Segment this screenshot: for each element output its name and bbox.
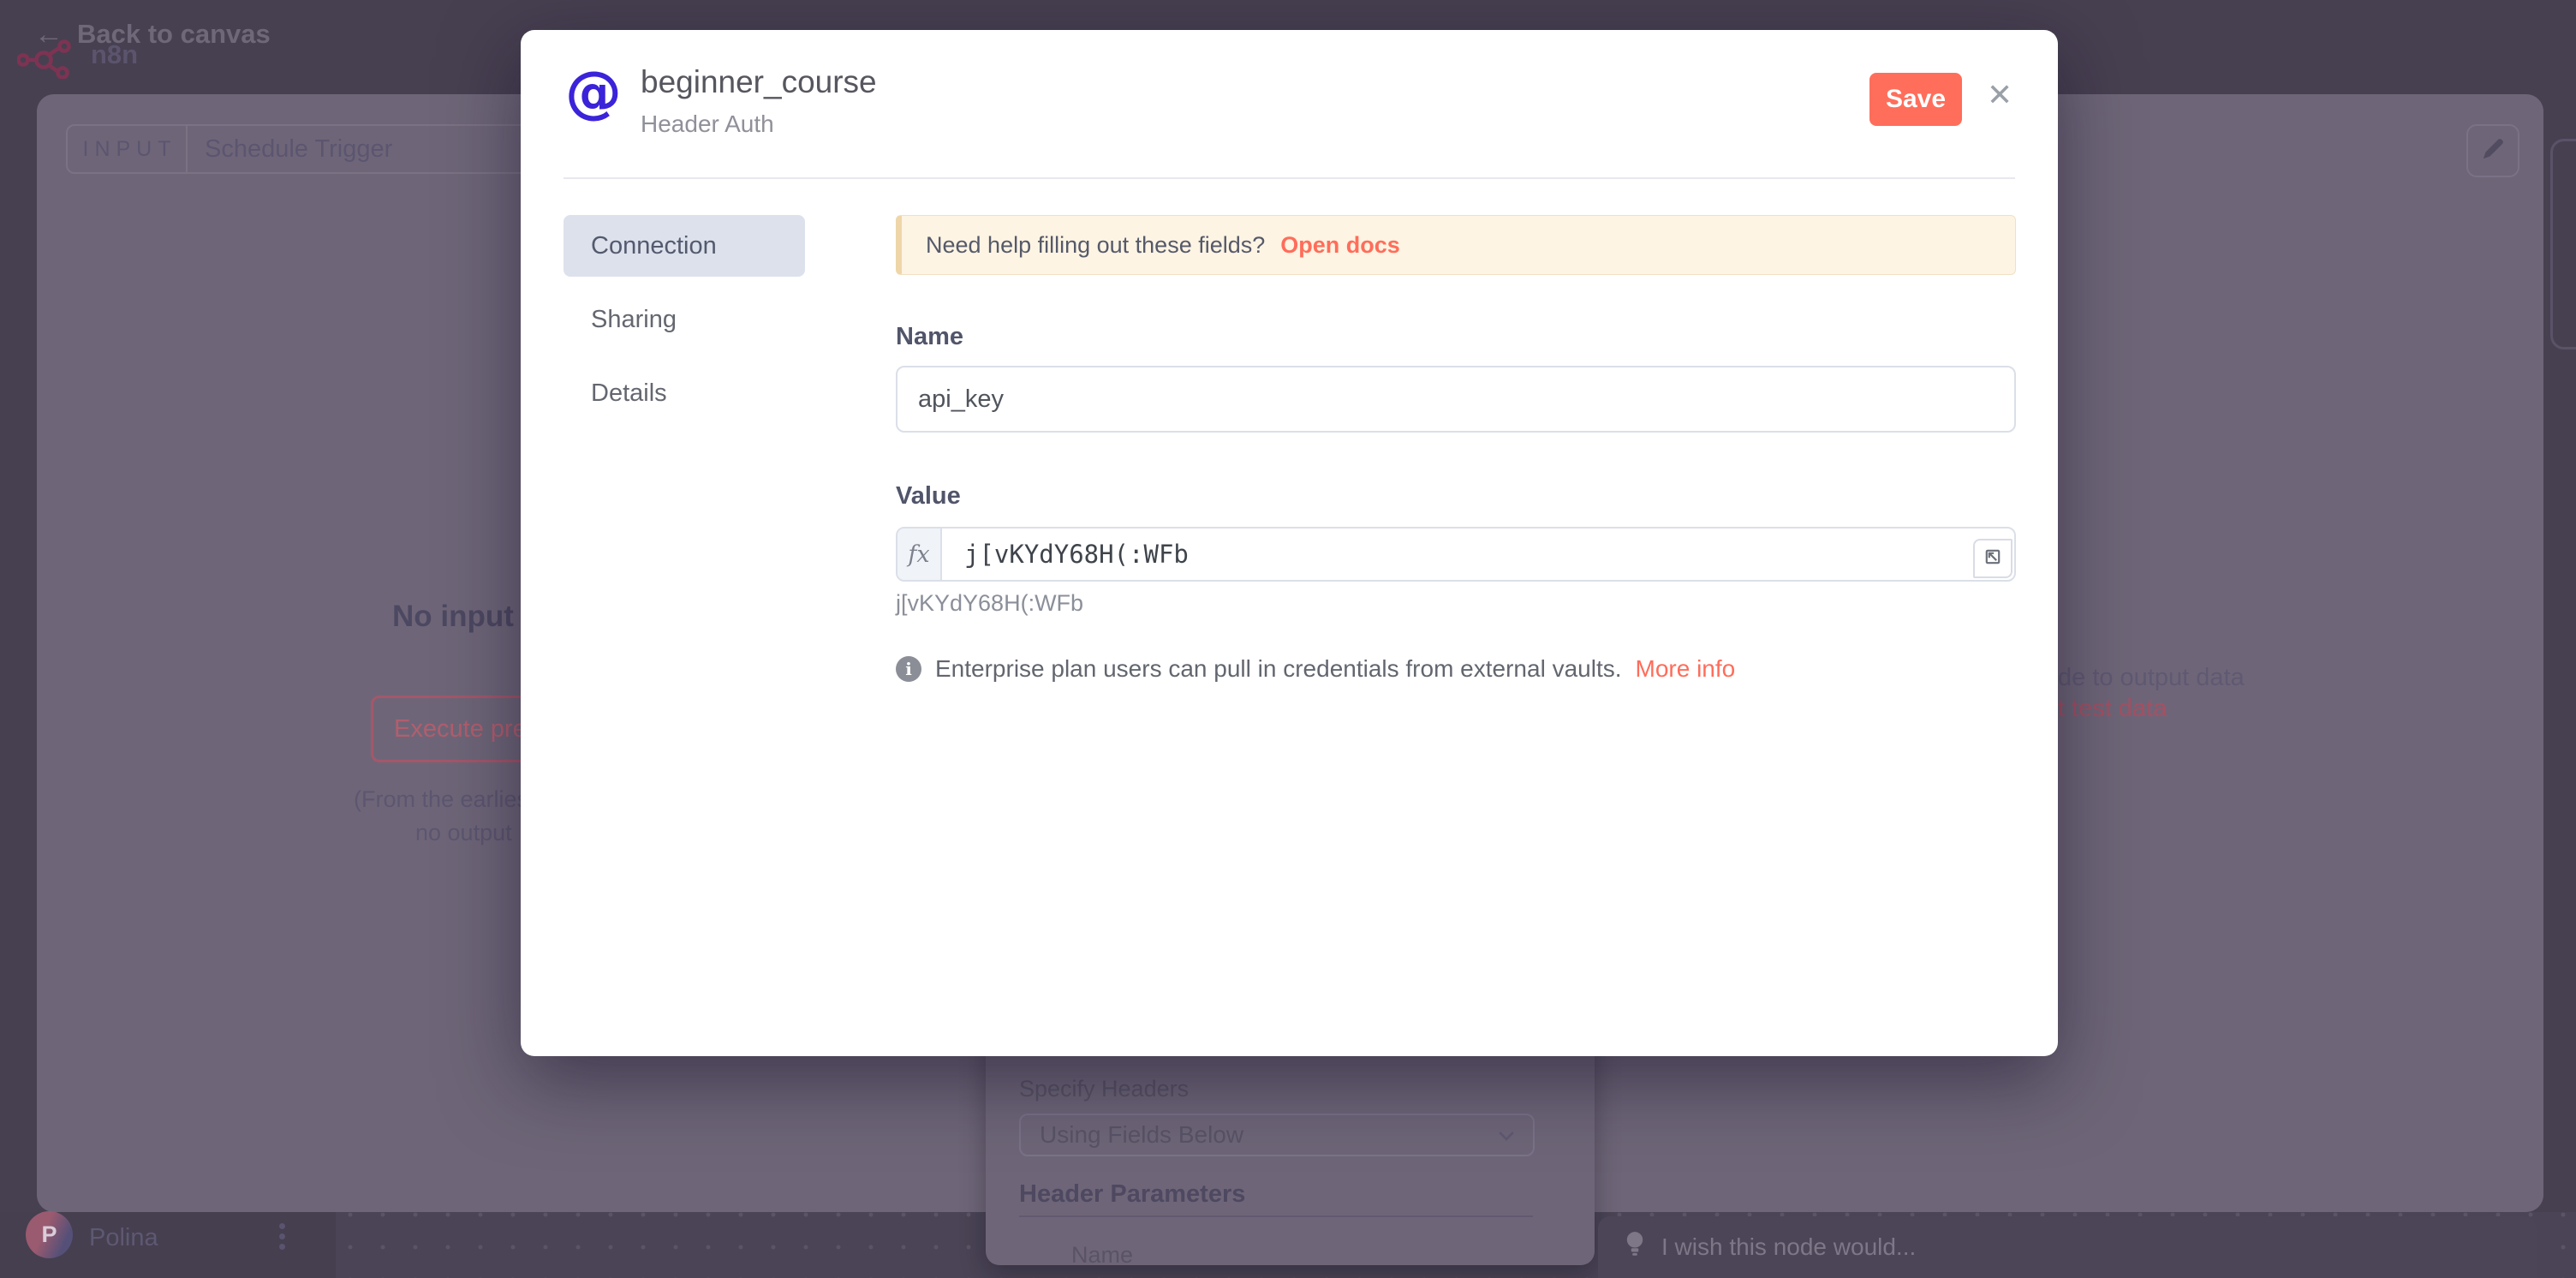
enterprise-note: i Enterprise plan users can pull in cred…	[896, 655, 1735, 683]
no-input-heading: No input c	[392, 600, 522, 634]
user-name-label: Polina	[89, 1224, 158, 1252]
edit-output-button[interactable]	[2466, 124, 2519, 177]
input-panel-label: INPUT	[68, 126, 188, 172]
open-docs-link[interactable]: Open docs	[1280, 232, 1400, 259]
chevron-down-icon	[1495, 1125, 1518, 1147]
more-info-link[interactable]: More info	[1636, 655, 1736, 683]
value-preview-text: j[vKYdY68H(:WFb	[896, 590, 1083, 617]
fx-expression-icon: fx	[897, 529, 942, 580]
tab-sharing[interactable]: Sharing	[564, 289, 805, 350]
canvas-node-edge	[2550, 139, 2576, 349]
info-icon: i	[896, 656, 921, 682]
node-feedback-input[interactable]: I wish this node would...	[1598, 1216, 2537, 1278]
credential-subtitle: Header Auth	[641, 110, 774, 138]
input-source-schedule-trigger[interactable]: Schedule Trigger	[188, 126, 546, 172]
credential-modal: @ beginner_course Header Auth Save ✕ Con…	[521, 30, 2058, 1056]
avatar-initial: P	[41, 1221, 57, 1248]
tab-sharing-label: Sharing	[591, 306, 677, 334]
set-test-data-link[interactable]: t test data	[2058, 695, 2167, 723]
help-notice-banner: Need help filling out these fields? Open…	[896, 215, 2016, 275]
n8n-logo-text: n8n	[91, 39, 138, 70]
input-source-selector[interactable]: INPUT Schedule Trigger	[66, 124, 547, 174]
enterprise-note-text: Enterprise plan users can pull in creden…	[935, 655, 1622, 683]
help-notice-text: Need help filling out these fields?	[926, 232, 1265, 259]
output-hint-text: de to output data	[2058, 664, 2245, 692]
input-hint-line1: (From the earlies	[354, 786, 528, 813]
tab-connection-label: Connection	[591, 232, 717, 260]
tab-details[interactable]: Details	[564, 362, 805, 424]
n8n-logo-icon	[17, 39, 80, 83]
expand-expression-button[interactable]	[1973, 539, 2012, 578]
user-menu-kebab-icon[interactable]	[279, 1223, 285, 1250]
value-input[interactable]: j[vKYdY68H(:WFb	[942, 529, 2014, 580]
value-field-label: Value	[896, 482, 961, 511]
input-hint-line2: no output	[415, 820, 512, 846]
value-expression-input: fx j[vKYdY68H(:WFb	[896, 527, 2016, 582]
specify-headers-label: Specify Headers	[1019, 1076, 1189, 1102]
lightbulb-icon	[1624, 1230, 1646, 1265]
close-icon[interactable]: ✕	[1987, 80, 2012, 110]
pencil-icon	[2480, 136, 2506, 166]
specify-headers-value: Using Fields Below	[1040, 1121, 1243, 1149]
header-parameters-divider	[1019, 1215, 1533, 1217]
execute-previous-nodes-button[interactable]: Execute prev	[371, 696, 542, 762]
parameter-name-label: Name	[1071, 1242, 1133, 1269]
save-button[interactable]: Save	[1869, 73, 1962, 126]
name-field-label: Name	[896, 323, 963, 351]
header-parameters-label: Header Parameters	[1019, 1180, 1245, 1209]
name-input[interactable]	[896, 366, 2016, 433]
feedback-placeholder: I wish this node would...	[1661, 1233, 1916, 1261]
credential-title: beginner_course	[641, 64, 877, 100]
user-avatar[interactable]: P	[26, 1211, 73, 1258]
tab-details-label: Details	[591, 379, 667, 408]
specify-headers-dropdown[interactable]: Using Fields Below	[1019, 1114, 1535, 1156]
n8n-app-window: ← Back to canvas n8n INPUT Schedule Trig…	[0, 0, 2576, 1278]
modal-header-divider	[564, 177, 2015, 179]
expand-icon	[1983, 546, 2003, 571]
tab-connection[interactable]: Connection	[564, 215, 805, 277]
header-auth-at-icon: @	[565, 64, 622, 121]
